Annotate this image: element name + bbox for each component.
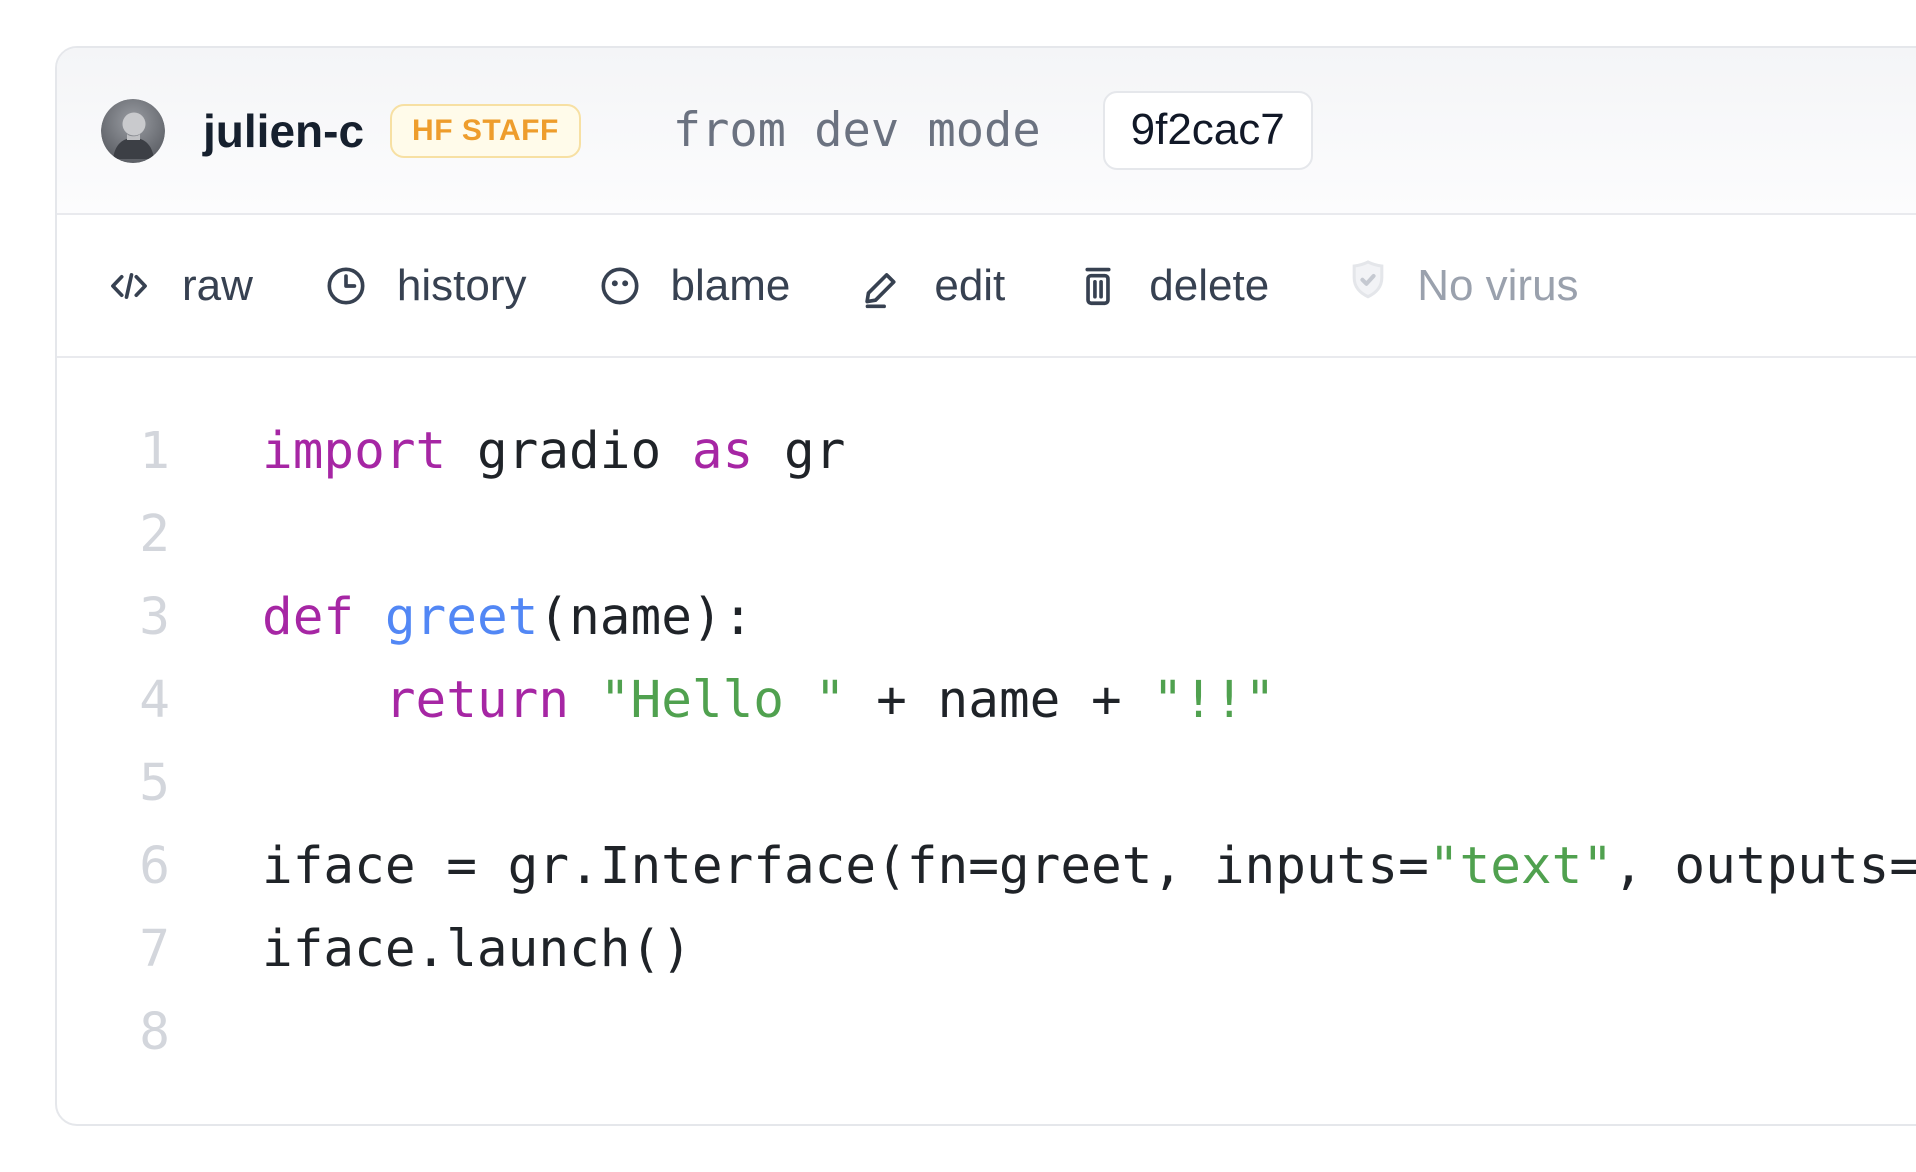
avatar-photo — [101, 99, 165, 163]
code-line: 7 iface.launch() — [57, 908, 1916, 991]
code-token: (name): — [538, 588, 753, 647]
code-line-content: import gradio as gr — [262, 410, 845, 493]
line-number[interactable]: 5 — [57, 742, 170, 825]
history-button[interactable]: history — [323, 261, 527, 311]
code-token: def — [262, 588, 354, 647]
code-token: gradio — [446, 422, 692, 481]
code-token: iface.launch() — [262, 920, 692, 979]
face-icon — [597, 263, 643, 309]
history-label: history — [397, 261, 527, 311]
code-line-content — [262, 493, 293, 576]
line-number[interactable]: 7 — [57, 908, 170, 991]
code-line: 1 import gradio as gr — [57, 410, 1916, 493]
line-number[interactable]: 8 — [57, 991, 170, 1074]
code-token: return — [385, 671, 569, 730]
code-token: "text" — [1429, 837, 1613, 896]
code-token — [262, 671, 385, 730]
code-line-content — [262, 742, 293, 825]
line-number[interactable]: 6 — [57, 825, 170, 908]
code-token: , outputs= — [1613, 837, 1916, 896]
raw-label: raw — [182, 261, 253, 311]
line-number[interactable]: 1 — [57, 410, 170, 493]
file-viewer-card: julien-c HF STAFF from dev mode 9f2cac7 … — [55, 46, 1916, 1126]
code-line: 8 — [57, 991, 1916, 1074]
blame-label: blame — [671, 261, 791, 311]
code-line: 4 return "Hello " + name + "!!" — [57, 659, 1916, 742]
code-line-content: return "Hello " + name + "!!" — [262, 659, 1275, 742]
code-token: import — [262, 422, 446, 481]
line-number[interactable]: 4 — [57, 659, 170, 742]
raw-button[interactable]: raw — [104, 261, 253, 311]
virus-status-label: No virus — [1417, 261, 1578, 311]
clock-icon — [323, 263, 369, 309]
code-token: gr — [753, 422, 845, 481]
code-line: 5 — [57, 742, 1916, 825]
code-line: 6 iface = gr.Interface(fn=greet, inputs="… — [57, 825, 1916, 908]
file-toolbar: raw history blame — [57, 215, 1916, 358]
code-viewer: 1import gradio as gr2 3def greet(name):4… — [57, 358, 1916, 1074]
code-line-content — [262, 991, 293, 1074]
code-line-content: def greet(name): — [262, 576, 753, 659]
line-number[interactable]: 3 — [57, 576, 170, 659]
code-token: "Hello " — [600, 671, 846, 730]
delete-label: delete — [1149, 261, 1269, 311]
edit-label: edit — [934, 261, 1005, 311]
delete-button[interactable]: delete — [1075, 261, 1269, 311]
edit-button[interactable]: edit — [860, 261, 1005, 311]
line-number[interactable]: 2 — [57, 493, 170, 576]
code-token: greet — [385, 588, 539, 647]
code-line-content: iface.launch() — [262, 908, 692, 991]
code-line: 3 def greet(name): — [57, 576, 1916, 659]
code-token: + name + — [845, 671, 1152, 730]
code-lines: 1import gradio as gr2 3def greet(name):4… — [57, 410, 1916, 1074]
staff-badge: HF STAFF — [390, 104, 581, 158]
code-token — [354, 588, 385, 647]
trash-icon — [1075, 263, 1121, 309]
virus-scan-status: No virus — [1345, 257, 1578, 314]
username-link[interactable]: julien-c — [203, 104, 364, 158]
code-token: as — [692, 422, 753, 481]
code-icon — [104, 263, 154, 309]
avatar[interactable] — [101, 99, 165, 163]
commit-message: from dev mode — [673, 103, 1041, 158]
blame-button[interactable]: blame — [597, 261, 791, 311]
page: { "header": { "username": "julien-c", "b… — [0, 0, 1916, 1172]
code-line-content: iface = gr.Interface(fn=greet, inputs="t… — [262, 825, 1916, 908]
shield-check-icon — [1345, 257, 1391, 314]
commit-header: julien-c HF STAFF from dev mode 9f2cac7 — [57, 48, 1916, 215]
commit-hash-button[interactable]: 9f2cac7 — [1103, 91, 1313, 170]
code-token: iface = gr.Interface(fn=greet, inputs= — [262, 837, 1429, 896]
code-token — [569, 671, 600, 730]
pencil-icon — [860, 263, 906, 309]
code-token: "!!" — [1152, 671, 1275, 730]
code-line: 2 — [57, 493, 1916, 576]
